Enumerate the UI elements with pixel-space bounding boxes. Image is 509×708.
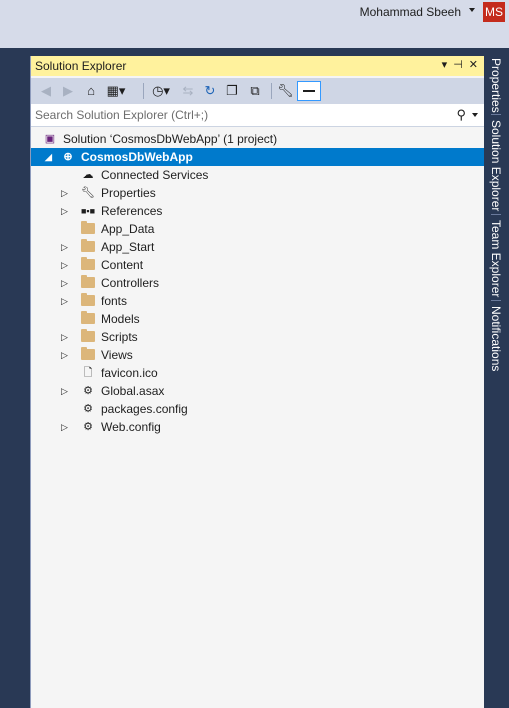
item-label: App_Start — [101, 240, 155, 254]
tree-row-packages-config[interactable]: ⚙ packages.config — [31, 400, 484, 418]
item-label: Controllers — [101, 276, 160, 290]
tree-row-project[interactable]: ◢ ⊕ CosmosDbWebApp — [31, 148, 484, 166]
expand-triangle-icon[interactable]: ▷ — [61, 292, 71, 310]
expand-triangle-icon[interactable]: ▷ — [61, 328, 71, 346]
folder-icon — [81, 293, 95, 306]
icon-file-icon: 🗋︎ — [83, 367, 93, 379]
tab-team-explorer[interactable]: Team Explorer — [485, 220, 507, 297]
tree-row-global-asax[interactable]: ▷ ⚙ Global.asax — [31, 382, 484, 400]
home-icon[interactable]: ⌂ — [83, 82, 99, 100]
tree-row-fonts[interactable]: ▷ fonts — [31, 292, 484, 310]
solution-explorer-panel: Solution Explorer ▾ ⊣ ✕ ◀ ▶ ⌂ ▦▾ ◷▾ ⇆ ↻ … — [30, 56, 484, 708]
panel-title: Solution Explorer — [35, 59, 127, 73]
tree-row-app-data[interactable]: App_Data — [31, 220, 484, 238]
item-label: Models — [101, 312, 140, 326]
expand-triangle-icon[interactable]: ▷ — [61, 274, 71, 292]
properties-icon[interactable]: 🔧︎ — [277, 82, 294, 100]
search-bar: ⚲ — [31, 104, 484, 127]
item-label: App_Data — [101, 222, 155, 236]
item-label: fonts — [101, 294, 128, 308]
item-label: Global.asax — [101, 384, 165, 398]
sync-icon[interactable]: ⇆ — [181, 82, 195, 100]
item-label: Properties — [101, 186, 156, 200]
solution-tree: ▣ Solution ‘CosmosDbWebApp’ (1 project) … — [31, 130, 484, 436]
tree-row-app-start[interactable]: ▷ App_Start — [31, 238, 484, 256]
tab-solution-explorer[interactable]: Solution Explorer — [485, 120, 507, 211]
pending-changes-filter-icon[interactable]: ◷▾ — [149, 82, 173, 100]
search-options-chevron-down-icon[interactable] — [472, 113, 478, 117]
collapse-triangle-icon[interactable]: ◢ — [45, 148, 55, 166]
expand-triangle-icon[interactable]: ▷ — [61, 418, 71, 436]
tree-row-properties[interactable]: ▷ 🔧︎ Properties — [31, 184, 484, 202]
expand-triangle-icon[interactable]: ▷ — [61, 238, 71, 256]
close-icon[interactable]: ✕ — [469, 58, 478, 71]
expand-triangle-icon[interactable]: ▷ — [61, 184, 71, 202]
toolbar-separator — [271, 83, 272, 99]
tree-row-connected-services[interactable]: ☁ Connected Services — [31, 166, 484, 184]
avatar[interactable]: MS — [483, 2, 505, 22]
folder-icon — [81, 329, 95, 342]
side-tab-strip: Properties Solution Explorer Team Explor… — [484, 56, 509, 396]
tree-row-favicon[interactable]: 🗋︎ favicon.ico — [31, 364, 484, 382]
toolbar-separator — [143, 83, 144, 99]
forward-icon[interactable]: ▶ — [61, 82, 75, 100]
panel-toolbar: ◀ ▶ ⌂ ▦▾ ◷▾ ⇆ ↻ ❐ ⧉ 🔧︎ — [31, 78, 484, 104]
panel-header: Solution Explorer ▾ ⊣ ✕ — [31, 56, 484, 76]
tree-row-scripts[interactable]: ▷ Scripts — [31, 328, 484, 346]
project-label: CosmosDbWebApp — [81, 150, 193, 164]
expand-triangle-icon[interactable]: ▷ — [61, 256, 71, 274]
refresh-icon[interactable]: ↻ — [203, 82, 217, 100]
config-file-icon: ⚙ — [83, 421, 93, 433]
tree-row-models[interactable]: Models — [31, 310, 484, 328]
tree-row-solution[interactable]: ▣ Solution ‘CosmosDbWebApp’ (1 project) — [31, 130, 484, 148]
user-name[interactable]: Mohammad Sbeeh — [360, 5, 461, 19]
references-icon: ■▪■ — [81, 206, 96, 216]
tree-row-references[interactable]: ▷ ■▪■ References — [31, 202, 484, 220]
wrench-icon: 🔧︎ — [81, 187, 95, 199]
expand-triangle-icon[interactable]: ▷ — [61, 202, 71, 220]
folder-icon — [81, 257, 95, 270]
tree-row-content[interactable]: ▷ Content — [31, 256, 484, 274]
back-icon[interactable]: ◀ — [39, 82, 53, 100]
folder-icon — [81, 347, 95, 360]
collapse-all-icon[interactable]: ❐ — [225, 82, 239, 100]
pin-icon[interactable]: ⊣ — [453, 58, 463, 71]
tab-separator — [491, 214, 501, 215]
item-label: References — [101, 204, 163, 218]
title-bar: Mohammad Sbeeh MS — [0, 0, 509, 48]
item-label: Web.config — [101, 420, 161, 434]
solution-label: Solution ‘CosmosDbWebApp’ (1 project) — [63, 132, 278, 146]
item-label: Scripts — [101, 330, 138, 344]
item-label: favicon.ico — [101, 366, 158, 380]
tab-notifications[interactable]: Notifications — [485, 306, 507, 371]
item-label: packages.config — [101, 402, 188, 416]
web-project-icon: ⊕ — [63, 151, 73, 163]
folder-icon — [81, 275, 95, 288]
expand-triangle-icon[interactable]: ▷ — [61, 346, 71, 364]
folder-icon — [81, 239, 95, 252]
search-input[interactable] — [35, 106, 445, 123]
solution-icon: ▣ — [44, 133, 56, 145]
tree-row-controllers[interactable]: ▷ Controllers — [31, 274, 484, 292]
show-all-files-icon[interactable]: ⧉ — [247, 82, 263, 100]
user-menu-chevron-down-icon[interactable] — [469, 8, 475, 12]
folder-icon — [81, 221, 95, 234]
tab-separator — [491, 300, 501, 301]
tab-separator — [491, 114, 501, 115]
config-file-icon: ⚙ — [83, 403, 93, 415]
expand-triangle-icon[interactable]: ▷ — [61, 382, 71, 400]
item-label: Connected Services — [101, 168, 209, 182]
preview-icon[interactable] — [297, 81, 321, 101]
item-label: Content — [101, 258, 144, 272]
asax-file-icon: ⚙ — [83, 385, 93, 397]
cloud-services-icon: ☁ — [82, 169, 94, 181]
folder-icon — [81, 311, 95, 324]
tree-row-web-config[interactable]: ▷ ⚙ Web.config — [31, 418, 484, 436]
dropdown-arrow-icon[interactable]: ▾ — [442, 58, 448, 71]
search-icon[interactable]: ⚲ — [456, 107, 466, 123]
tree-row-views[interactable]: ▷ Views — [31, 346, 484, 364]
tab-properties[interactable]: Properties — [485, 58, 507, 113]
item-label: Views — [101, 348, 133, 362]
switch-views-icon[interactable]: ▦▾ — [105, 82, 127, 100]
